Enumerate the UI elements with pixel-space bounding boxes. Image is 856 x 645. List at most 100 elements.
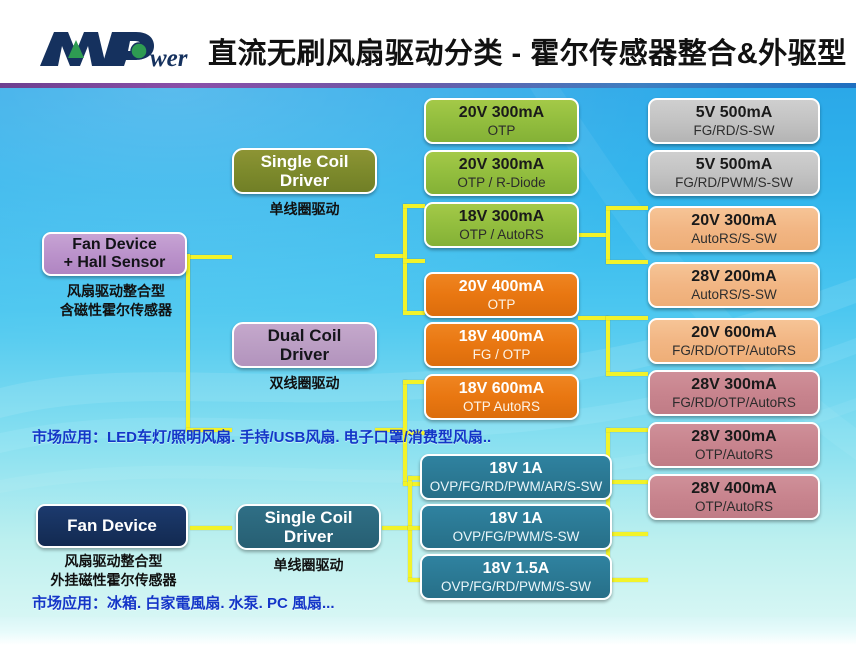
spec-features: OVP/FG/RD/PWM/S-SW xyxy=(441,578,591,594)
bottom-bar xyxy=(0,617,856,645)
spec-features: OTP / AutoRS xyxy=(459,226,544,242)
root-caption-line2: 外挂磁性霍尔传感器 xyxy=(50,571,177,588)
wire-peach-trunk xyxy=(606,316,610,376)
spec-features: OTP AutoRS xyxy=(462,398,541,414)
spec-features: AutoRS/S-SW xyxy=(691,286,777,302)
svg-text:wer: wer xyxy=(150,45,188,72)
spec-title: 28V 200mA xyxy=(691,267,777,285)
spec-node-green-1[interactable]: 20V 300mA OTP xyxy=(424,98,579,144)
spec-features: AutoRS/S-SW xyxy=(691,230,777,246)
spec-title: 28V 400mA xyxy=(691,479,777,497)
wire-to-green-3 xyxy=(403,311,425,315)
driver-caption-dual-coil: 双线圈驱动 xyxy=(269,375,340,391)
spec-node-green-3[interactable]: 18V 300mA OTP / AutoRS xyxy=(424,202,579,248)
page-header: wer 直流无刷风扇驱动分类 - 霍尔传感器整合&外驱型 xyxy=(0,0,856,88)
spec-features: OVP/FG/PWM/S-SW xyxy=(452,528,580,544)
spec-node-gray-2[interactable]: 5V 500mA FG/RD/PWM/S-SW xyxy=(648,150,820,196)
spec-title: 20V 300mA xyxy=(458,103,545,121)
spec-title: 5V 500mA xyxy=(695,155,773,173)
driver-single-coil-bottom[interactable]: Single Coil Driver xyxy=(236,504,381,550)
wire-to-peach-3 xyxy=(606,428,648,432)
spec-features: OTP / R-Diode xyxy=(457,174,546,190)
wire-to-peach-1 xyxy=(606,316,648,320)
spec-title: 28V 300mA xyxy=(691,375,777,393)
root-caption-line1: 风扇驱动整合型 xyxy=(67,283,165,299)
wire-to-peach-2 xyxy=(606,372,648,376)
spec-features: FG / OTP xyxy=(472,346,531,362)
wire-to-orange-1 xyxy=(403,380,425,384)
driver-caption-single-coil-bottom: 单线圈驱动 xyxy=(273,557,344,573)
spec-features: OTP xyxy=(487,122,516,138)
spec-title: 18V 600mA xyxy=(458,379,545,397)
wire-to-rose-2 xyxy=(606,532,648,536)
spec-features: OTP/AutoRS xyxy=(694,446,774,462)
market-note-bottom: 市场应用：冰箱. 白家電風扇. 水泵. PC 風扇... xyxy=(32,595,335,612)
diagram-canvas: Fan Device + Hall Sensor 风扇驱动整合型 含磁性霍尔传感… xyxy=(0,88,856,617)
wire-driver1-out xyxy=(375,254,405,258)
spec-node-gray-1[interactable]: 5V 500mA FG/RD/S-SW xyxy=(648,98,820,144)
spec-node-orange-3[interactable]: 18V 600mA OTP AutoRS xyxy=(424,374,579,420)
wire-to-green-1 xyxy=(403,204,425,208)
spec-features: FG/RD/OTP/AutoRS xyxy=(672,342,796,358)
root-node-line1: Fan Device xyxy=(72,236,157,254)
spec-node-orange-1[interactable]: 20V 400mA OTP xyxy=(424,272,579,318)
spec-title: 28V 300mA xyxy=(691,427,777,445)
driver-dual-coil[interactable]: Dual Coil Driver xyxy=(232,322,377,368)
driver-line2: Driver xyxy=(283,527,334,546)
root-caption-hall-integrated: 风扇驱动整合型 含磁性霍尔传感器 xyxy=(42,282,190,320)
wire-root1-trunk xyxy=(186,254,190,430)
spec-node-peach-3[interactable]: 20V 600mA FG/RD/OTP/AutoRS xyxy=(648,318,820,364)
driver-line2: Driver xyxy=(279,345,330,364)
spec-features: OTP/AutoRS xyxy=(694,498,774,514)
spec-features: FG/RD/S-SW xyxy=(693,122,775,138)
wire-green-group-out xyxy=(578,233,608,237)
spec-node-rose-2[interactable]: 28V 300mA OTP/AutoRS xyxy=(648,422,820,468)
wire-to-gray-1 xyxy=(606,206,648,210)
spec-node-rose-1[interactable]: 28V 300mA FG/RD/OTP/AutoRS xyxy=(648,370,820,416)
spec-title: 5V 500mA xyxy=(695,103,773,121)
spec-features: OVP/FG/RD/PWM/AR/S-SW xyxy=(429,478,603,494)
market-note-top: 市场应用：LED车灯/照明风扇. 手持/USB风扇. 电子口罩/消费型风扇.. xyxy=(32,429,492,446)
wire-to-rose-1 xyxy=(606,480,648,484)
spec-title: 18V 1A xyxy=(489,509,543,527)
mpower-logo: wer xyxy=(38,24,203,74)
spec-node-teal-1[interactable]: 18V 1A OVP/FG/RD/PWM/AR/S-SW xyxy=(420,454,612,500)
driver-single-coil-top[interactable]: Single Coil Driver xyxy=(232,148,377,194)
spec-title: 20V 400mA xyxy=(458,277,545,295)
wire-green-group-out2 xyxy=(578,316,608,320)
spec-title: 20V 300mA xyxy=(691,211,777,229)
spec-title: 18V 1A xyxy=(489,459,543,477)
root-node-hall-external[interactable]: Fan Device xyxy=(36,504,188,548)
spec-features: FG/RD/PWM/S-SW xyxy=(675,174,793,190)
root-caption-line2: 含磁性霍尔传感器 xyxy=(60,301,172,318)
spec-node-green-2[interactable]: 20V 300mA OTP / R-Diode xyxy=(424,150,579,196)
spec-node-orange-2[interactable]: 18V 400mA FG / OTP xyxy=(424,322,579,368)
wire-root1-to-driver1 xyxy=(186,255,232,259)
spec-node-peach-1[interactable]: 20V 300mA AutoRS/S-SW xyxy=(648,206,820,252)
root-caption-line1: 风扇驱动整合型 xyxy=(64,553,163,569)
spec-node-teal-2[interactable]: 18V 1A OVP/FG/PWM/S-SW xyxy=(420,504,612,550)
spec-node-peach-2[interactable]: 28V 200mA AutoRS/S-SW xyxy=(648,262,820,308)
spec-title: 18V 1.5A xyxy=(482,559,550,577)
spec-title: 18V 400mA xyxy=(458,327,545,345)
driver-line1: Single Coil xyxy=(264,507,353,527)
spec-title: 20V 300mA xyxy=(458,155,545,173)
root-caption-hall-external: 风扇驱动整合型 外挂磁性霍尔传感器 xyxy=(36,552,191,590)
wire-to-rose-3 xyxy=(606,578,648,582)
spec-features: FG/RD/OTP/AutoRS xyxy=(672,394,796,410)
wire-to-gray-2 xyxy=(606,260,648,264)
spec-node-rose-3[interactable]: 28V 400mA OTP/AutoRS xyxy=(648,474,820,520)
wire-gray-trunk xyxy=(606,206,610,264)
driver-line1: Dual Coil xyxy=(267,325,342,345)
driver-caption-single-coil-top: 单线圈驱动 xyxy=(269,201,340,217)
spec-node-teal-3[interactable]: 18V 1.5A OVP/FG/RD/PWM/S-SW xyxy=(420,554,612,600)
root-node-line1: Fan Device xyxy=(67,516,157,536)
spec-features: OTP xyxy=(487,296,516,312)
spec-title: 18V 300mA xyxy=(458,207,545,225)
wire-to-green-2 xyxy=(403,259,425,263)
spec-title: 20V 600mA xyxy=(691,323,777,341)
driver-line2: Driver xyxy=(279,171,330,190)
wire-driver3-out xyxy=(382,526,410,530)
root-node-hall-integrated[interactable]: Fan Device + Hall Sensor xyxy=(42,232,187,276)
driver-line1: Single Coil xyxy=(260,151,349,171)
